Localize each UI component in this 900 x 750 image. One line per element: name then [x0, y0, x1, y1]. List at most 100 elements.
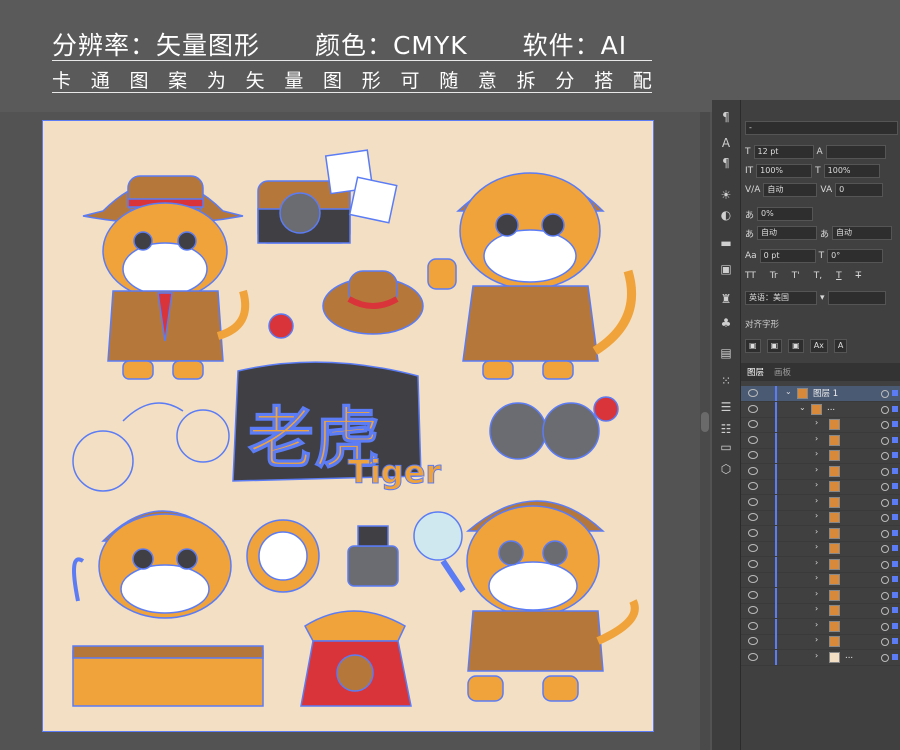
- language-select[interactable]: 英语：美国: [745, 291, 817, 305]
- chevron-right-icon[interactable]: ›: [815, 635, 818, 644]
- paragraph-icon[interactable]: ¶: [716, 108, 736, 126]
- layer-row[interactable]: ›: [741, 448, 900, 464]
- glyph-align-em-button[interactable]: ▣: [745, 339, 761, 353]
- target-icon[interactable]: [881, 421, 889, 429]
- scrollbar-thumb[interactable]: [701, 412, 709, 432]
- eye-icon[interactable]: [748, 652, 758, 661]
- chevron-right-icon[interactable]: ›: [815, 573, 818, 582]
- chevron-right-icon[interactable]: ›: [815, 465, 818, 474]
- cube-icon[interactable]: ⬡: [716, 460, 736, 478]
- eye-icon[interactable]: [748, 482, 758, 490]
- leading-field[interactable]: [825, 145, 886, 159]
- eye-icon[interactable]: [748, 451, 758, 459]
- sun-icon[interactable]: ☀: [716, 186, 736, 204]
- selection-indicator[interactable]: [892, 545, 898, 551]
- eye-icon[interactable]: [748, 590, 758, 599]
- target-icon[interactable]: [881, 483, 889, 491]
- target-icon[interactable]: [881, 452, 889, 460]
- artboard[interactable]: 老虎 Tiger: [42, 120, 654, 732]
- target-icon[interactable]: [881, 638, 889, 646]
- selection-indicator[interactable]: [892, 560, 898, 567]
- chevron-right-icon[interactable]: ›: [815, 651, 818, 660]
- paragraph-style-icon[interactable]: ¶: [716, 154, 736, 172]
- chevron-down-icon[interactable]: ▾: [820, 293, 825, 303]
- selection-indicator[interactable]: [892, 483, 898, 489]
- layer-row[interactable]: ›...: [741, 649, 900, 666]
- transparency-icon[interactable]: ◐: [716, 206, 736, 224]
- layer-row[interactable]: ›: [741, 634, 900, 650]
- target-icon[interactable]: [881, 498, 889, 507]
- glyph-align-icf-button[interactable]: ▣: [766, 339, 783, 353]
- glyph-align-baseline-button[interactable]: ▣: [788, 339, 804, 353]
- selection-indicator[interactable]: [892, 498, 898, 505]
- eye-icon[interactable]: [748, 637, 758, 645]
- target-icon[interactable]: [881, 405, 889, 414]
- selection-indicator[interactable]: [892, 638, 898, 644]
- selection-indicator[interactable]: [892, 452, 898, 458]
- target-icon[interactable]: [881, 467, 889, 476]
- eye-icon[interactable]: [748, 497, 758, 506]
- rotation-field[interactable]: 0°: [827, 249, 884, 263]
- chevron-right-icon[interactable]: ›: [815, 511, 818, 520]
- chevron-right-icon[interactable]: ›: [815, 449, 818, 458]
- layer-row-top[interactable]: ⌄ 图层 1: [741, 386, 900, 402]
- target-icon[interactable]: [881, 560, 889, 569]
- layer-row[interactable]: ›: [741, 432, 900, 449]
- tsume-field[interactable]: 0%: [757, 207, 814, 221]
- selection-indicator[interactable]: [892, 622, 898, 629]
- chevron-right-icon[interactable]: ›: [815, 620, 818, 629]
- layer-row[interactable]: ›: [741, 479, 900, 495]
- layer-row[interactable]: ›: [741, 494, 900, 511]
- tab-layers[interactable]: 图层: [747, 366, 764, 378]
- selection-indicator[interactable]: [892, 467, 898, 474]
- chevron-right-icon[interactable]: ›: [815, 558, 818, 567]
- chevron-right-icon[interactable]: ›: [815, 527, 818, 536]
- layer-row[interactable]: ›: [741, 603, 900, 619]
- baseline-field[interactable]: 0 pt: [759, 249, 816, 263]
- selection-indicator[interactable]: [892, 607, 898, 613]
- tracking-field[interactable]: 0: [835, 183, 884, 197]
- chevron-right-icon[interactable]: ›: [815, 480, 818, 489]
- selection-indicator[interactable]: [892, 421, 898, 427]
- aki-left-field[interactable]: 自动: [757, 226, 818, 240]
- layer-row[interactable]: ›: [741, 463, 900, 480]
- eye-icon[interactable]: [748, 513, 758, 521]
- selection-indicator[interactable]: [892, 390, 898, 396]
- chevron-right-icon[interactable]: ›: [815, 496, 818, 505]
- target-icon[interactable]: [881, 529, 889, 538]
- selection-indicator[interactable]: [892, 529, 898, 536]
- export-icon[interactable]: ▣: [716, 260, 736, 278]
- club-icon[interactable]: ♣: [716, 314, 736, 332]
- strikethrough-button[interactable]: T: [856, 271, 862, 281]
- eye-icon[interactable]: [748, 435, 758, 444]
- target-icon[interactable]: [881, 390, 889, 398]
- layer-row[interactable]: ›: [741, 525, 900, 542]
- selection-indicator[interactable]: [892, 591, 898, 598]
- subscript-button[interactable]: T,: [814, 271, 822, 281]
- underline-button[interactable]: T: [836, 271, 842, 281]
- eye-icon[interactable]: [748, 466, 758, 475]
- layer-row[interactable]: ›: [741, 417, 900, 433]
- kerning-field[interactable]: 自动: [763, 183, 818, 197]
- puppet-icon[interactable]: ♜: [716, 290, 736, 308]
- eye-icon[interactable]: [748, 575, 758, 583]
- chevron-right-icon[interactable]: ›: [815, 418, 818, 427]
- chevron-right-icon[interactable]: ›: [815, 542, 818, 551]
- character-style-icon[interactable]: A: [716, 134, 736, 152]
- layer-row[interactable]: ›: [741, 541, 900, 557]
- comment-icon[interactable]: ▬: [716, 234, 736, 252]
- layer-row[interactable]: ›: [741, 618, 900, 635]
- eye-icon[interactable]: [748, 420, 758, 428]
- font-size-field[interactable]: 12 pt: [753, 145, 814, 159]
- target-icon[interactable]: [881, 545, 889, 553]
- eye-icon[interactable]: [748, 621, 758, 630]
- gradient-icon[interactable]: ▭: [716, 438, 736, 456]
- chevron-right-icon[interactable]: ›: [815, 434, 818, 443]
- layer-row[interactable]: ›: [741, 510, 900, 526]
- align-icon[interactable]: ☷: [716, 420, 736, 438]
- target-icon[interactable]: [881, 591, 889, 600]
- glyph-align-x-button[interactable]: Ax: [809, 339, 828, 353]
- small-caps-button[interactable]: Tr: [770, 271, 778, 281]
- layers-icon[interactable]: ☰: [716, 398, 736, 416]
- selection-indicator[interactable]: [892, 576, 898, 582]
